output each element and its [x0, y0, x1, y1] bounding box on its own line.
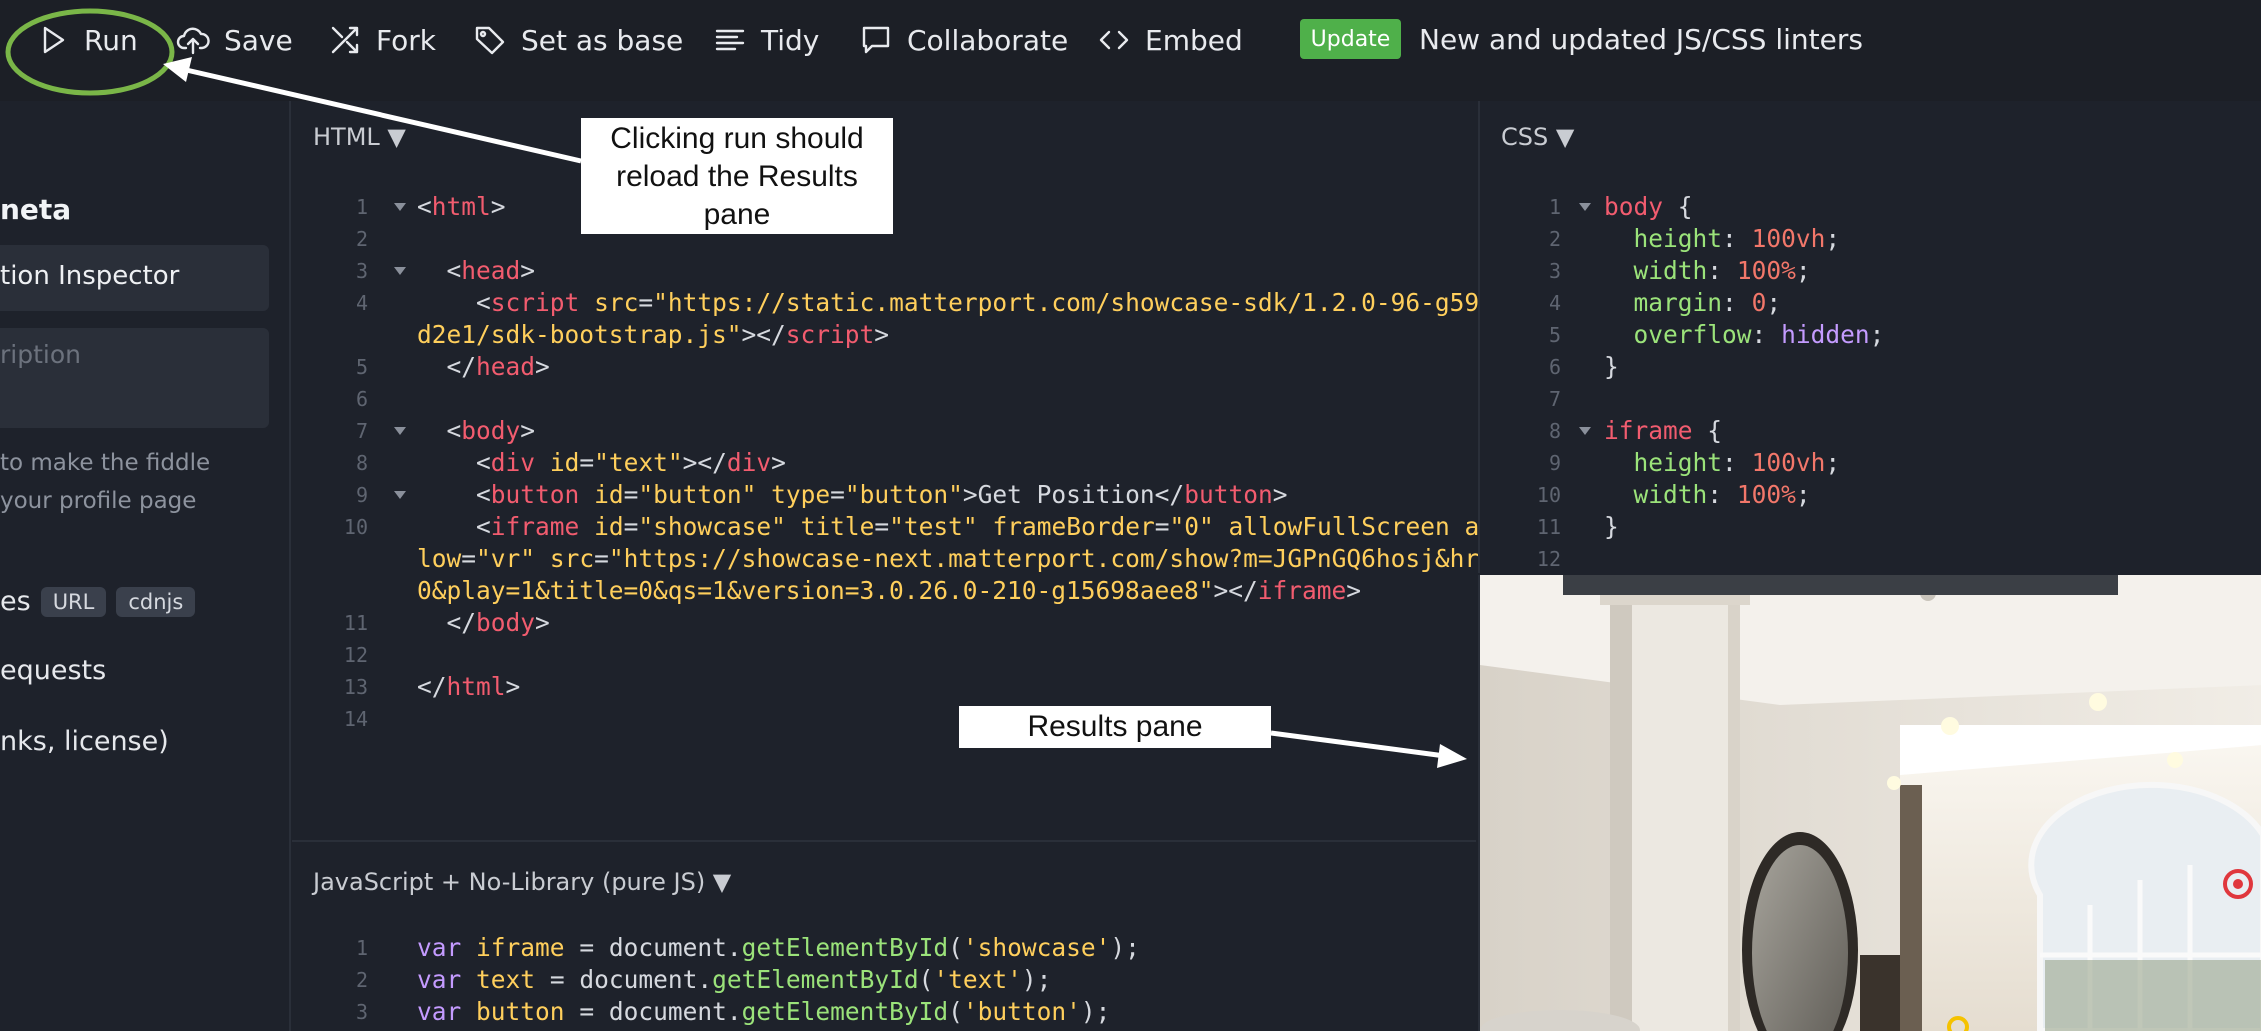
- javascript-pane-title[interactable]: JavaScript + No-Library (pure JS) ▼: [313, 868, 731, 896]
- tag-icon: [475, 26, 505, 55]
- fork-button[interactable]: Fork: [328, 19, 436, 61]
- fiddle-title-value: tion Inspector: [0, 261, 180, 291]
- align-left-icon: [715, 29, 745, 51]
- js-line-numbers: 1 2 3: [355, 936, 368, 1024]
- run-button[interactable]: Run: [36, 19, 138, 61]
- results-annotation-callout: Results pane: [959, 706, 1271, 748]
- chat-bubble-icon: [862, 26, 890, 54]
- embed-label: Embed: [1145, 23, 1243, 57]
- fold-arrow[interactable]: [394, 267, 406, 275]
- javascript-code[interactable]: var iframe = document.getElementById('sh…: [417, 932, 1140, 1028]
- code-brackets-icon: [1099, 30, 1129, 50]
- fold-arrow[interactable]: [1579, 203, 1591, 211]
- showcase-3d-view[interactable]: [1480, 575, 2261, 1031]
- sidebar-heading: neta: [0, 193, 72, 226]
- sidebar-note-line1: to make the fiddle: [0, 450, 211, 476]
- update-badge[interactable]: Update: [1300, 19, 1401, 59]
- description-placeholder: ription: [0, 340, 81, 369]
- fold-arrow[interactable]: [394, 491, 406, 499]
- announcement-link[interactable]: New and updated JS/CSS linters: [1419, 19, 1863, 59]
- tidy-label: Tidy: [761, 23, 820, 57]
- results-loading-bar: [1563, 575, 2118, 595]
- html-code[interactable]: <html> <head> <script src="https://stati…: [417, 191, 1494, 703]
- run-annotation-callout: Clicking run should reload the Results p…: [581, 118, 893, 234]
- cloud-upload-icon: [176, 27, 210, 55]
- html-line-numbers: 1 2 3 4 5 6 7 8 9 10 11 12 13 14: [343, 195, 368, 731]
- fork-label: Fork: [376, 23, 436, 57]
- css-pane-title[interactable]: CSS ▼: [1501, 123, 1574, 151]
- play-icon: [43, 26, 65, 54]
- run-annotation-line1: Clicking run should: [610, 122, 864, 155]
- save-button[interactable]: Save: [176, 19, 293, 61]
- run-annotation-line2: reload the Results: [616, 160, 858, 193]
- embed-button[interactable]: Embed: [1097, 19, 1243, 61]
- fiddle-title-input[interactable]: tion Inspector: [0, 245, 269, 311]
- css-pane: CSS ▼ 1 2 3 4 5 6 7 8 9 10 11 12 body { …: [1478, 101, 2261, 573]
- toolbar: Run Save Fork Set as base Tidy Collabora…: [0, 0, 2261, 101]
- results-pane[interactable]: [1478, 575, 2261, 1031]
- fiddle-description-input[interactable]: ription: [0, 328, 269, 428]
- set-as-base-button[interactable]: Set as base: [473, 19, 683, 61]
- collaborate-button[interactable]: Collaborate: [859, 19, 1068, 61]
- sidebar: neta tion Inspector ription to make the …: [0, 101, 291, 1031]
- collaborate-label: Collaborate: [907, 23, 1069, 57]
- fold-arrow[interactable]: [394, 427, 406, 435]
- fold-arrow[interactable]: [394, 203, 406, 211]
- sidebar-note-line2: your profile page: [0, 488, 197, 514]
- sidebar-item-links-license[interactable]: nks, license): [0, 726, 169, 757]
- resources-label: es: [0, 586, 31, 617]
- shuffle-icon: [331, 26, 359, 54]
- url-chip[interactable]: URL: [40, 586, 107, 617]
- run-annotation-line3: pane: [703, 198, 771, 231]
- css-code[interactable]: body { height: 100vh; width: 100%; margi…: [1604, 191, 1884, 543]
- sidebar-item-requests[interactable]: equests: [0, 655, 106, 686]
- save-label: Save: [224, 23, 293, 57]
- fold-arrow[interactable]: [1579, 427, 1591, 435]
- css-line-numbers: 1 2 3 4 5 6 7 8 9 10 11 12: [1536, 195, 1561, 571]
- cdnjs-chip[interactable]: cdnjs: [116, 586, 196, 617]
- resources-row: es URL cdnjs: [0, 586, 196, 617]
- run-label: Run: [84, 23, 138, 57]
- html-pane-title[interactable]: HTML ▼: [313, 123, 406, 151]
- tidy-button[interactable]: Tidy: [713, 19, 819, 61]
- set-as-base-label: Set as base: [521, 23, 684, 57]
- javascript-pane: JavaScript + No-Library (pure JS) ▼ 1 2 …: [292, 840, 1476, 1031]
